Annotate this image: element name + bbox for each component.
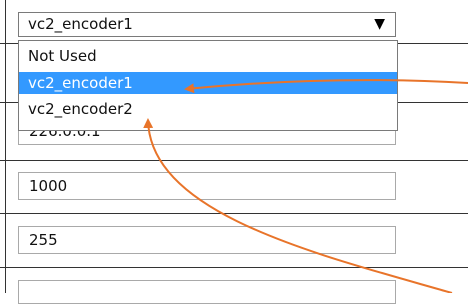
dropdown-option-not-used[interactable]: Not Used — [19, 45, 397, 67]
chevron-down-icon[interactable]: ▼ — [374, 13, 385, 36]
partial-select[interactable] — [18, 280, 396, 304]
grid-line — [0, 160, 468, 161]
ttl-field[interactable]: 255 — [18, 226, 396, 254]
encoder-select[interactable]: vc2_encoder1 ▼ — [18, 12, 396, 37]
port-field[interactable]: 1000 — [18, 172, 396, 200]
grid-line — [5, 0, 6, 293]
grid-line — [0, 213, 468, 214]
dropdown-option-vc2-encoder2[interactable]: vc2_encoder2 — [19, 98, 397, 120]
select-value: vc2_encoder1 — [28, 15, 133, 33]
encoder-dropdown-list: Not Used vc2_encoder1 vc2_encoder2 — [18, 40, 398, 131]
grid-line — [0, 267, 468, 268]
dropdown-option-vc2-encoder1[interactable]: vc2_encoder1 — [19, 72, 397, 94]
